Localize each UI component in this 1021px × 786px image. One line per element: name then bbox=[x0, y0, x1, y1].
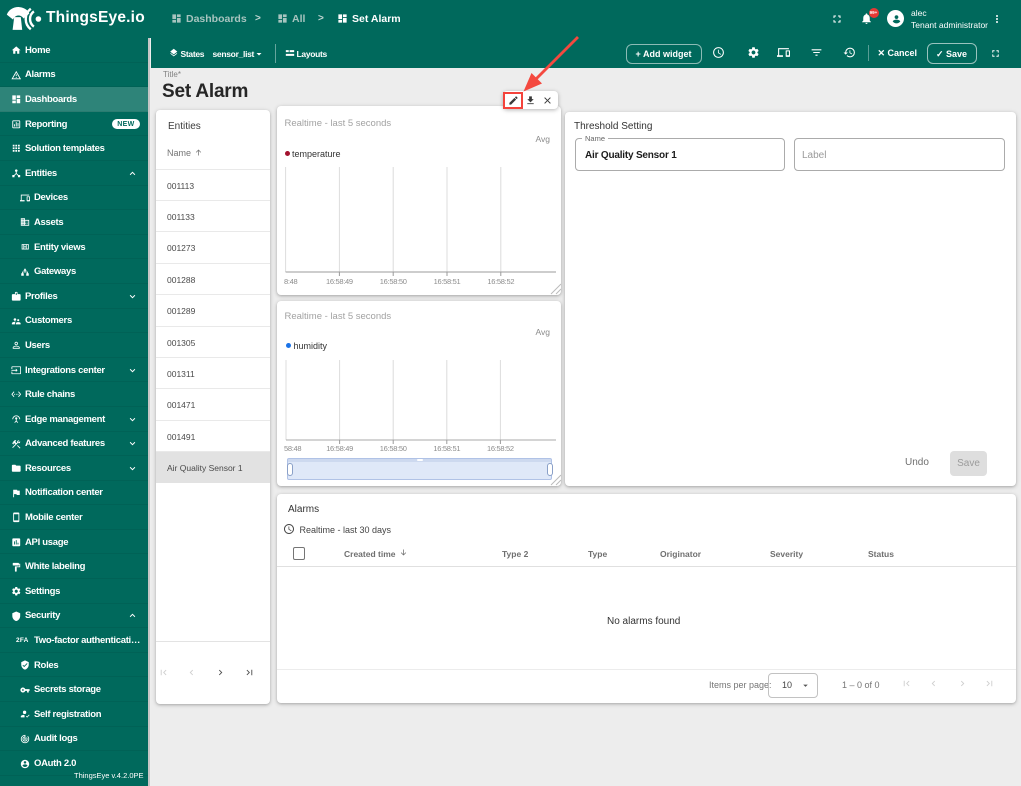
svg-text:16:58:52: 16:58:52 bbox=[487, 444, 514, 453]
svg-text:16:58:49: 16:58:49 bbox=[326, 277, 353, 286]
svg-text:16:58:50: 16:58:50 bbox=[380, 277, 407, 286]
svg-text:16:58:51: 16:58:51 bbox=[433, 444, 460, 453]
svg-text:16:58:51: 16:58:51 bbox=[434, 277, 461, 286]
svg-text:16:58:50: 16:58:50 bbox=[380, 444, 407, 453]
svg-text:16:58:49: 16:58:49 bbox=[326, 444, 353, 453]
svg-text:16:58:52: 16:58:52 bbox=[487, 277, 514, 286]
svg-text:8:48: 8:48 bbox=[284, 277, 298, 286]
svg-text:58:48: 58:48 bbox=[284, 444, 301, 453]
